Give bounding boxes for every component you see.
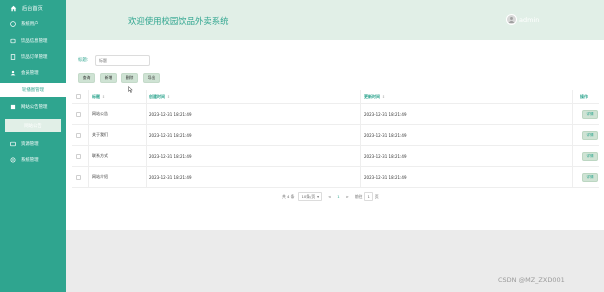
- order-icon: [10, 53, 16, 60]
- page-size-select[interactable]: 10条/页 ▾: [298, 192, 323, 201]
- avatar-icon: [508, 17, 515, 23]
- sidebar-item-label: 网站公告管理: [21, 104, 48, 110]
- table-row: 关于我们 2023-12-31 18:21:49 2023-12-31 18:2…: [72, 125, 599, 146]
- sort-icon: ⇕: [382, 94, 386, 99]
- column-header-updated[interactable]: 更新时间 ⇕: [364, 90, 385, 103]
- cell-updated: 2023-12-31 18:21:49: [364, 153, 407, 159]
- goto-page-input[interactable]: 1: [364, 192, 373, 201]
- table-row: 网站介绍 2023-12-31 18:21:49 2023-12-31 18:2…: [72, 167, 599, 188]
- cell-updated: 2023-12-31 18:21:49: [364, 174, 407, 180]
- resource-icon: [10, 141, 16, 146]
- cell-title: 网站介绍: [92, 174, 108, 179]
- cell-created: 2023-12-31 18:21:49: [149, 111, 192, 117]
- current-page[interactable]: 1: [337, 194, 339, 199]
- sidebar-item-label: 饮品订单管理: [21, 54, 48, 60]
- user-icon: [10, 20, 16, 27]
- cup-icon: [10, 38, 16, 43]
- table-row: 网站公告 2023-12-31 18:21:49 2023-12-31 18:2…: [72, 104, 599, 125]
- cell-created: 2023-12-31 18:21:49: [149, 132, 192, 138]
- sidebar-item-system[interactable]: 系统管理: [0, 153, 66, 166]
- cell-updated: 2023-12-31 18:21:49: [364, 111, 407, 117]
- sidebar-item-resources[interactable]: 资源管理: [0, 137, 66, 150]
- delete-button[interactable]: 删除: [121, 73, 138, 83]
- column-header-created[interactable]: 创建时间 ⇕: [149, 90, 170, 103]
- add-button[interactable]: 新增: [100, 73, 117, 83]
- notice-icon: [10, 104, 16, 109]
- detail-button[interactable]: 详情: [582, 151, 598, 161]
- query-button[interactable]: 查询: [78, 73, 95, 83]
- table-row: 联系方式 2023-12-31 18:21:49 2023-12-31 18:2…: [72, 146, 599, 167]
- row-checkbox[interactable]: [76, 111, 81, 117]
- system-icon: [10, 157, 16, 162]
- next-page-button[interactable]: >: [346, 194, 349, 199]
- sidebar-home-label: 后台首页: [22, 6, 43, 12]
- detail-button[interactable]: 详情: [582, 109, 598, 119]
- sidebar-item-label: 系统管理: [21, 157, 39, 163]
- watermark: CSDN @MZ_ZXD001: [498, 276, 565, 284]
- sidebar-item-label: 网站公告: [24, 123, 42, 129]
- avatar: [506, 14, 517, 25]
- username: admin: [519, 15, 540, 24]
- sidebar-item-site-notice[interactable]: 网站公告: [5, 119, 61, 132]
- sidebar-item-carousel[interactable]: 轮播图管理: [0, 83, 66, 97]
- select-all-checkbox[interactable]: [76, 94, 81, 99]
- detail-button[interactable]: 详情: [582, 172, 598, 182]
- sidebar: 后台首页 系统用户 饮品信息管理 饮品订单管理 会员管理 轮播图管理 网站公告管…: [0, 0, 66, 292]
- page-suffix: 页: [374, 193, 379, 199]
- sidebar-item-label: 会员管理: [21, 70, 39, 76]
- table-header-row: 标题 ⇕ 创建时间 ⇕ 更新时间 ⇕ 操作: [72, 90, 599, 104]
- column-header-title[interactable]: 标题 ⇕: [92, 90, 105, 103]
- search-input[interactable]: [95, 55, 150, 66]
- detail-button[interactable]: 详情: [582, 130, 598, 140]
- row-checkbox[interactable]: [76, 132, 81, 138]
- pagination-total: 共 4 条: [282, 193, 295, 199]
- row-checkbox[interactable]: [76, 174, 81, 180]
- cell-title: 关于我们: [92, 132, 108, 137]
- cell-created: 2023-12-31 18:21:49: [149, 174, 192, 180]
- prev-page-button[interactable]: <: [328, 194, 331, 199]
- sidebar-item-label: 饮品信息管理: [21, 38, 48, 44]
- home-icon: [10, 5, 17, 12]
- member-icon: [10, 70, 16, 75]
- row-checkbox[interactable]: [76, 153, 81, 159]
- search-label: 标题:: [78, 58, 89, 63]
- cell-title: 网站公告: [92, 111, 108, 116]
- cell-created: 2023-12-31 18:21:49: [149, 153, 192, 159]
- sort-icon: ⇕: [102, 94, 106, 99]
- page-title: 欢迎使用校园饮品外卖系统: [128, 16, 229, 26]
- sidebar-item-label: 轮播图管理: [22, 88, 44, 93]
- sidebar-item-label: 资源管理: [21, 141, 39, 147]
- cell-updated: 2023-12-31 18:21:49: [364, 132, 407, 138]
- sort-icon: ⇕: [167, 94, 171, 99]
- chevron-down-icon: ▾: [317, 194, 320, 199]
- export-button[interactable]: 导出: [143, 73, 160, 83]
- pagination: 共 4 条 10条/页 ▾ < 1 > 前往 1 页: [282, 192, 379, 201]
- sidebar-item-system-users[interactable]: 系统用户: [0, 17, 66, 30]
- sidebar-item-members[interactable]: 会员管理: [0, 66, 66, 79]
- sidebar-item-home[interactable]: 后台首页: [0, 2, 66, 15]
- goto-label: 前往: [354, 193, 363, 199]
- sidebar-item-label: 系统用户: [21, 21, 39, 27]
- sidebar-item-notice-management[interactable]: 网站公告管理: [0, 100, 66, 113]
- sidebar-item-drink-orders[interactable]: 饮品订单管理: [0, 50, 66, 63]
- user-menu[interactable]: admin: [506, 14, 539, 25]
- cell-title: 联系方式: [92, 153, 108, 158]
- column-header-actions: 操作: [580, 93, 588, 99]
- sidebar-item-drink-info[interactable]: 饮品信息管理: [0, 34, 66, 47]
